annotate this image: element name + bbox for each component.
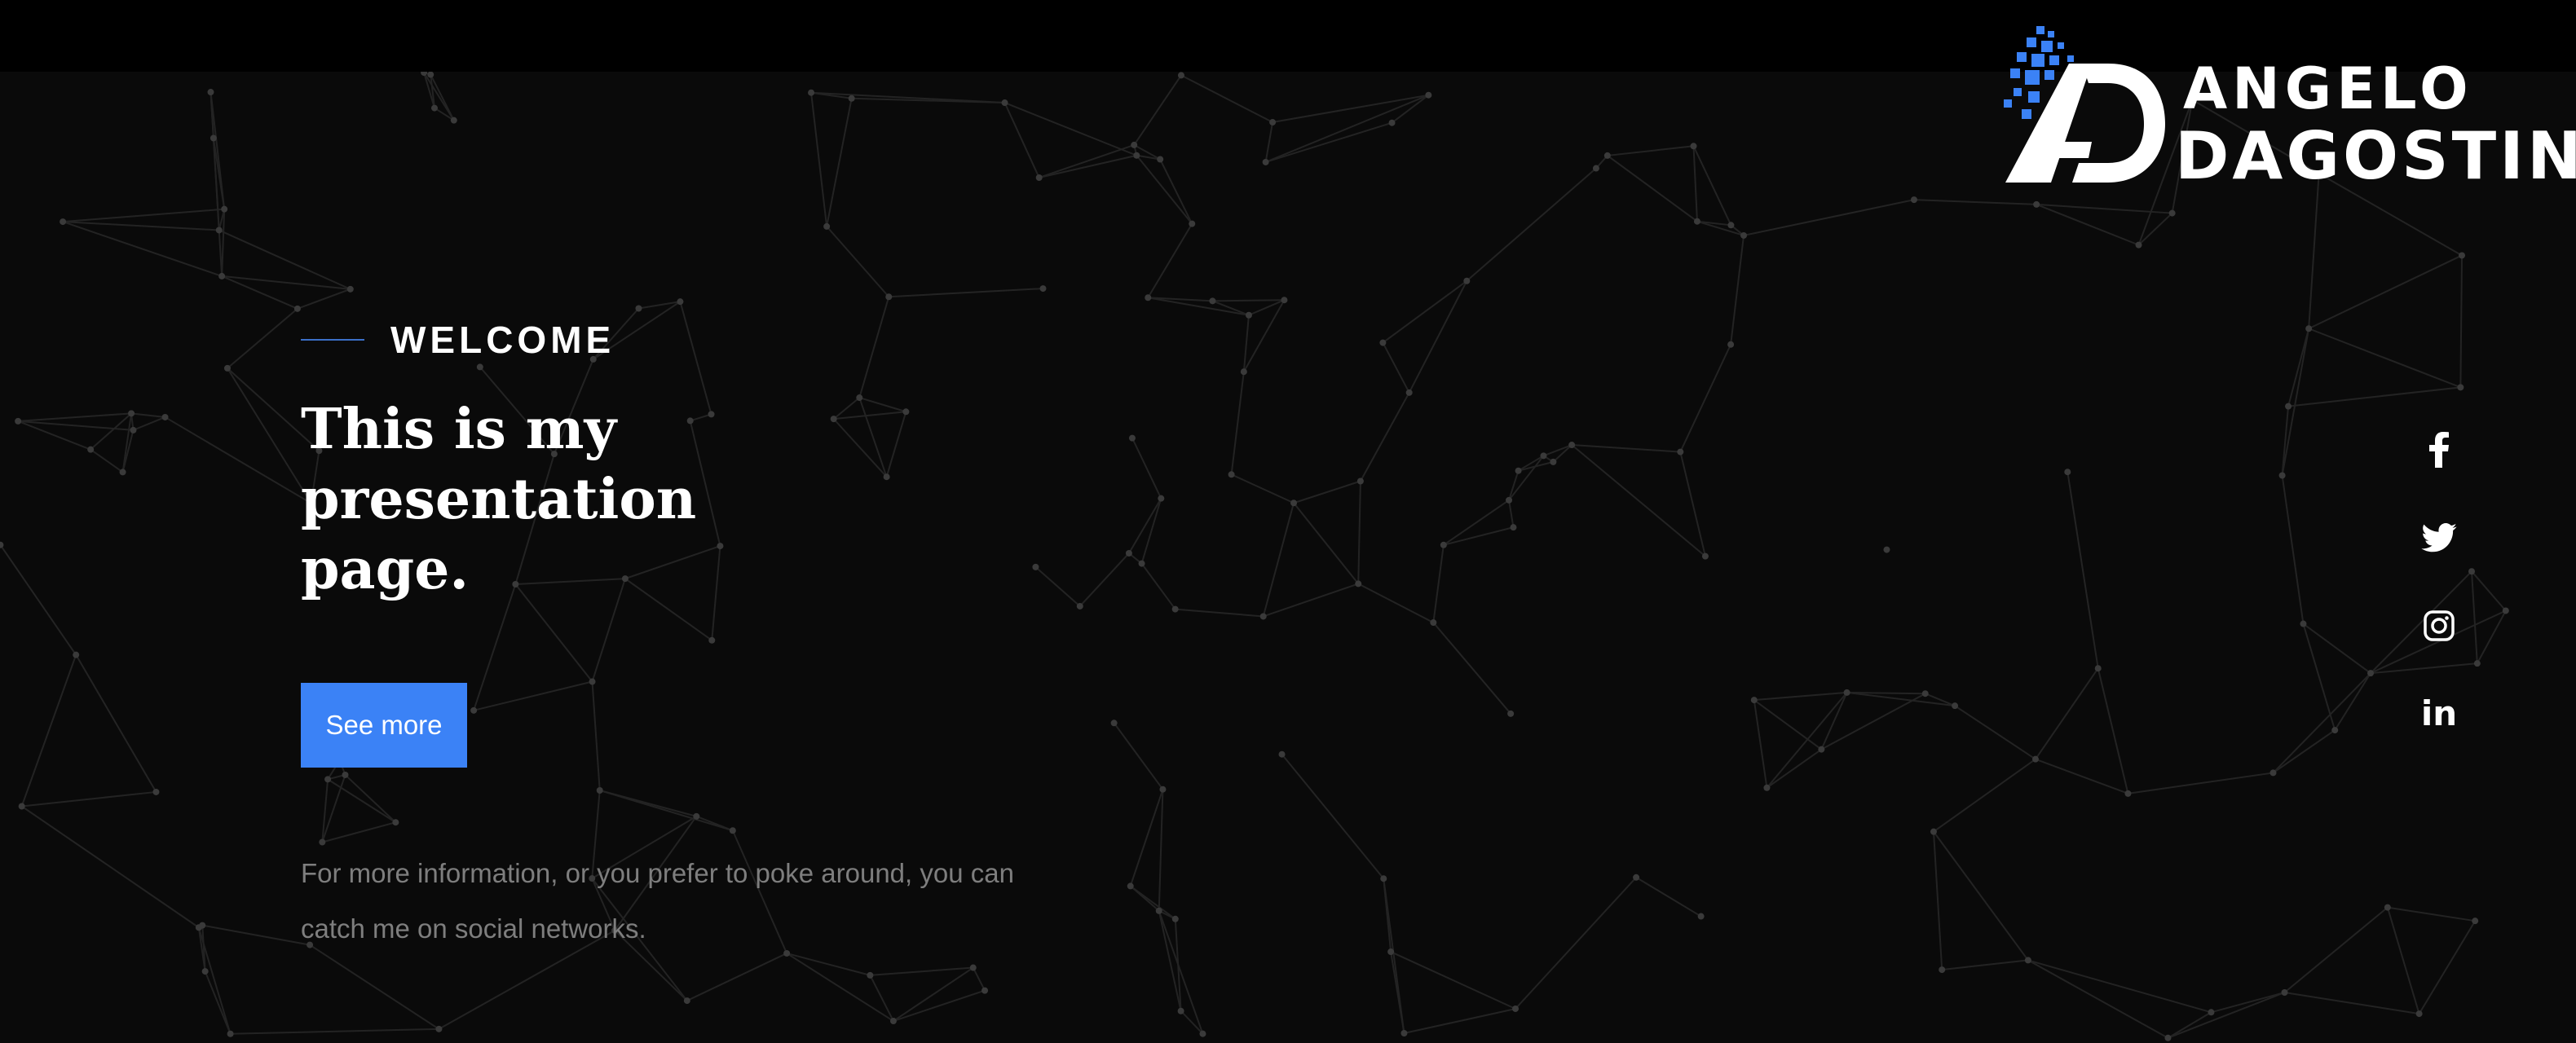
twitter-icon	[2421, 523, 2457, 552]
kicker-divider	[301, 339, 364, 341]
facebook-icon	[2429, 432, 2449, 468]
instagram-icon	[2424, 610, 2455, 641]
linkedin-icon: in	[2420, 693, 2458, 733]
ad-monogram-icon	[2004, 26, 2165, 183]
welcome-kicker: WELCOME	[301, 310, 1279, 370]
instagram-link[interactable]	[2413, 600, 2465, 652]
see-more-button[interactable]: See more	[301, 683, 467, 768]
kicker-label: WELCOME	[390, 319, 615, 361]
page: ANGELO DAGOSTINO WELCOME This is my pres…	[0, 0, 2576, 1043]
hero-section: WELCOME This is my presentation page. Se…	[301, 310, 1279, 957]
page-title: This is my presentation page.	[301, 394, 871, 605]
twitter-link[interactable]	[2413, 512, 2465, 564]
headline-line-2: presentation page.	[301, 467, 697, 602]
facebook-link[interactable]	[2413, 424, 2465, 476]
brand-name-last: DAGOSTINO	[2175, 118, 2576, 194]
info-line-2: catch me on social networks.	[301, 913, 646, 944]
linkedin-link[interactable]: in	[2413, 688, 2465, 740]
info-line-1: For more information, or you prefer to p…	[301, 858, 1014, 888]
social-links: in	[2413, 424, 2465, 776]
brand-name-first: ANGELO	[2183, 55, 2473, 122]
info-text: For more information, or you prefer to p…	[301, 846, 1198, 957]
brand-logo[interactable]: ANGELO DAGOSTINO	[1994, 20, 2576, 191]
headline-line-1: This is my	[301, 397, 617, 462]
